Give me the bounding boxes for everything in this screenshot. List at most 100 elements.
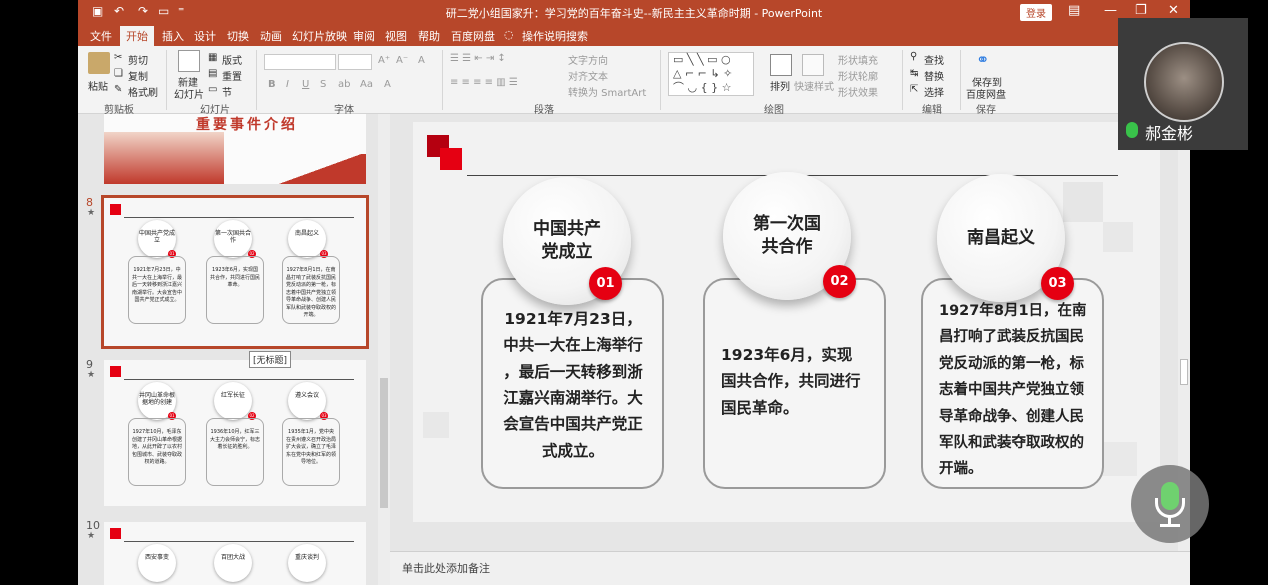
- bullets-icon[interactable]: ☰ ☰ ⇤ ⇥ ↕: [450, 53, 506, 64]
- strike-button[interactable]: S: [320, 79, 326, 90]
- tab-view[interactable]: 视图: [385, 28, 407, 44]
- event-card-2: 1923年6月，实现 国共合作，共同进行 国民革命。: [703, 278, 886, 489]
- close-icon[interactable]: ✕: [1168, 3, 1179, 18]
- arrange-icon[interactable]: [770, 54, 792, 76]
- tab-insert[interactable]: 插入: [162, 28, 184, 44]
- tab-slideshow[interactable]: 幻灯片放映: [292, 28, 347, 44]
- animation-star-icon: ★: [87, 531, 96, 541]
- replace-icon[interactable]: ↹: [910, 68, 918, 79]
- new-slide-label-2[interactable]: 幻灯片: [174, 86, 204, 101]
- font-name-box[interactable]: [264, 54, 336, 70]
- change-case-icon[interactable]: Aa: [360, 79, 373, 90]
- copy-icon[interactable]: ❏: [114, 68, 123, 79]
- layout-button[interactable]: 版式: [222, 52, 242, 67]
- slide-thumbnail-9[interactable]: 井冈山革命根据地的创建 红军长征 遵义会议 01 02 03 1927年10月，…: [104, 360, 366, 506]
- editor-scrollbar-thumb[interactable]: [1180, 359, 1188, 385]
- decor-square: [1063, 182, 1103, 222]
- event-2-line: 国共合作，共同进行: [721, 372, 861, 391]
- select-icon[interactable]: ⇱: [910, 84, 918, 95]
- ribbon: 粘贴 ✂ 剪切 ❏ 复制 ✎ 格式刷 剪贴板 新建 幻灯片 ▦ 版式 ▤ 重置 …: [78, 46, 1190, 116]
- char-spacing-icon[interactable]: ab: [338, 79, 350, 90]
- shrink-font-icon[interactable]: A⁻: [396, 55, 408, 66]
- microphone-icon-base: [1160, 524, 1180, 527]
- paste-button[interactable]: 粘贴: [88, 78, 108, 93]
- replace-button[interactable]: 替换: [924, 68, 944, 83]
- tab-animations[interactable]: 动画: [260, 28, 282, 44]
- divider: [124, 217, 354, 218]
- tab-baidu[interactable]: 百度网盘: [451, 28, 495, 44]
- align-icons[interactable]: ≡ ≡ ≡ ≡ ▥ ☰: [450, 77, 518, 88]
- tab-file[interactable]: 文件: [90, 28, 112, 44]
- tell-me-search[interactable]: 操作说明搜索: [522, 28, 588, 44]
- paste-icon[interactable]: [88, 52, 110, 74]
- login-button[interactable]: 登录: [1020, 4, 1052, 21]
- logo-icon: [110, 528, 121, 539]
- slide-thumbnail-7[interactable]: 重要事件介绍: [104, 114, 366, 184]
- clear-format-icon[interactable]: A: [418, 55, 425, 66]
- event-3-line: 昌打响了武装反抗国民: [939, 329, 1084, 346]
- microphone-button[interactable]: [1131, 465, 1209, 543]
- tab-help[interactable]: 帮助: [418, 28, 440, 44]
- slide-thumbnail-pane: 重要事件介绍 8 ★ 中国共产党成立 第一次国共合作 南昌起义 01 02 03…: [78, 114, 390, 585]
- font-size-box[interactable]: [338, 54, 372, 70]
- event-2-line: 国民革命。: [721, 398, 799, 417]
- format-painter-button[interactable]: 格式刷: [128, 84, 158, 99]
- align-text-button[interactable]: 对齐文本: [568, 68, 608, 83]
- ribbon-display-icon[interactable]: ▤: [1068, 3, 1080, 18]
- arrange-button[interactable]: 排列: [770, 78, 790, 93]
- reset-button[interactable]: 重置: [222, 68, 242, 83]
- bold-button[interactable]: B: [268, 79, 276, 90]
- event-1-title: 中国共产: [533, 219, 601, 240]
- grow-font-icon[interactable]: A⁺: [378, 55, 390, 66]
- slide-thumbnail-10[interactable]: 西安事变 百团大战 重庆谈判: [104, 522, 366, 585]
- reset-icon[interactable]: ▤: [208, 68, 217, 79]
- italic-button[interactable]: I: [286, 79, 289, 90]
- section-icon[interactable]: ▭: [208, 84, 217, 95]
- shape-outline-button[interactable]: 形状轮廓: [838, 68, 878, 83]
- copy-button[interactable]: 复制: [128, 68, 148, 83]
- decor-square: [1103, 222, 1133, 252]
- event-3-line: 军队和武装夺取政权的: [939, 434, 1084, 451]
- shape-fill-button[interactable]: 形状填充: [838, 52, 878, 67]
- search-icon[interactable]: ⚲: [910, 51, 917, 62]
- thumbnail-scrollbar-thumb[interactable]: [380, 378, 388, 508]
- thumbnail-scrollbar[interactable]: [378, 114, 390, 585]
- section-button[interactable]: 节: [222, 84, 232, 99]
- event-1-line: ，最后一天转移到浙: [503, 362, 643, 381]
- brush-icon[interactable]: ✎: [114, 84, 122, 95]
- event-3-line: 党反动派的第一枪，标: [939, 355, 1084, 372]
- select-button[interactable]: 选择: [924, 84, 944, 99]
- tab-review[interactable]: 审阅: [353, 28, 375, 44]
- text-direction-button[interactable]: 文字方向: [568, 52, 608, 67]
- video-call-tile[interactable]: 郝金彬: [1118, 18, 1248, 150]
- font-color-icon[interactable]: A: [384, 79, 391, 90]
- tab-transitions[interactable]: 切换: [227, 28, 249, 44]
- tab-home[interactable]: 开始: [120, 26, 154, 46]
- slide-thumbnail-8[interactable]: 中国共产党成立 第一次国共合作 南昌起义 01 02 03 1921年7月23日…: [101, 195, 369, 349]
- decor-square: [423, 412, 449, 438]
- layout-icon[interactable]: ▦: [208, 52, 217, 63]
- baidu-netdisk-icon[interactable]: ⚭: [976, 50, 989, 69]
- lightbulb-icon: ◌: [504, 28, 514, 41]
- underline-button[interactable]: U: [302, 79, 309, 90]
- ribbon-tabs: 文件 开始 插入 设计 切换 动画 幻灯片放映 审阅 视图 帮助 百度网盘 ◌ …: [78, 24, 1190, 46]
- quick-styles-icon[interactable]: [802, 54, 824, 76]
- new-slide-icon[interactable]: [178, 50, 200, 72]
- quick-styles-button[interactable]: 快速样式: [794, 78, 834, 93]
- thumb-circle: 百团大战: [214, 544, 252, 582]
- thumbnail-tooltip: [无标题]: [249, 351, 292, 368]
- restore-icon[interactable]: ❐: [1135, 3, 1147, 18]
- shapes-gallery[interactable]: ▭ ╲ ╲ ▭ ○ △ ⌐ ⌐ ↳ ✧ ⌒ ◡ { } ☆: [668, 52, 754, 96]
- current-slide[interactable]: 1921年7月23日， 中共一大在上海举行 ，最后一天转移到浙 江嘉兴南湖举行。…: [413, 122, 1160, 542]
- shape-effects-button[interactable]: 形状效果: [838, 84, 878, 99]
- thumb-circle: 重庆谈判: [288, 544, 326, 582]
- notes-pane[interactable]: 单击此处添加备注: [390, 551, 1190, 585]
- scissors-icon[interactable]: ✂: [114, 52, 122, 63]
- smartart-button[interactable]: 转换为 SmartArt: [568, 84, 646, 99]
- minimize-icon[interactable]: —: [1104, 3, 1117, 18]
- cut-button[interactable]: 剪切: [128, 52, 148, 67]
- save-to-label-2[interactable]: 百度网盘: [966, 86, 1006, 101]
- tab-design[interactable]: 设计: [194, 28, 216, 44]
- find-button[interactable]: 查找: [924, 52, 944, 67]
- divider: [124, 379, 354, 380]
